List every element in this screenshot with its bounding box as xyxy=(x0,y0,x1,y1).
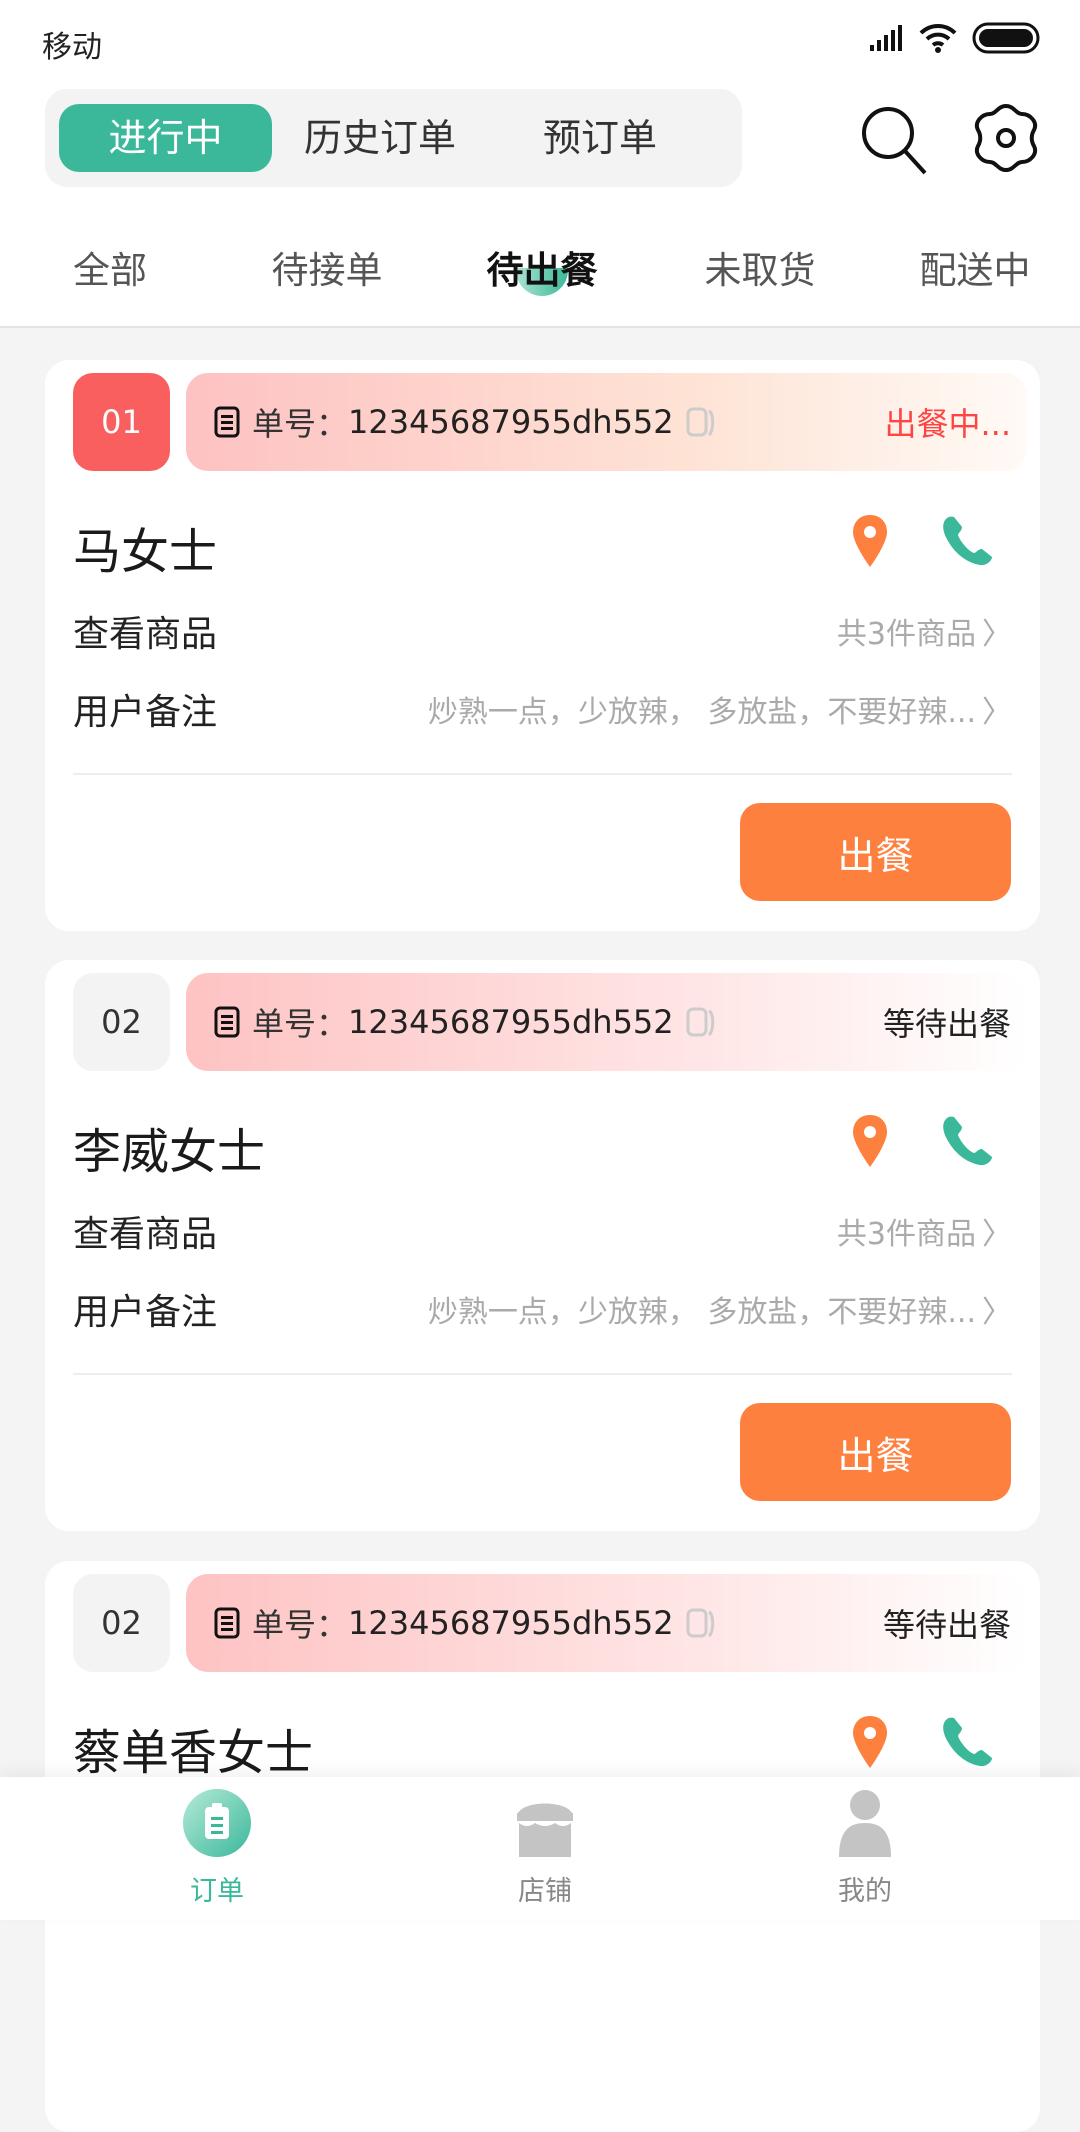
nav-shop[interactable]: 店铺 xyxy=(485,1787,605,1908)
view-goods-row[interactable]: 查看商品 共3件商品〉 xyxy=(73,1206,1012,1256)
view-goods-label: 查看商品 xyxy=(73,1214,218,1255)
copy-icon[interactable] xyxy=(684,1005,718,1039)
order-card: 02 单号： 12345687955dh552 等待出餐 李威女士 查看商品 共… xyxy=(45,960,1040,1531)
shop-icon xyxy=(517,1803,573,1857)
order-index-badge: 02 xyxy=(73,1574,170,1672)
tab-all[interactable]: 全部 xyxy=(73,240,147,294)
wifi-icon xyxy=(919,23,957,53)
nav-mine[interactable]: 我的 xyxy=(805,1787,925,1908)
order-number-bar: 单号： 12345687955dh552 出餐中... xyxy=(186,373,1027,471)
signal-icon xyxy=(870,25,902,51)
order-number: 12345687955dh552 xyxy=(348,1604,674,1642)
phone-icon[interactable] xyxy=(940,515,996,567)
chevron-right-icon: 〉 xyxy=(982,1295,1012,1330)
user-note-label: 用户备注 xyxy=(73,692,218,733)
header: 移动 进行中 历史订单 预订单 全部 待接单 待出餐 未取货 配送中 xyxy=(0,0,1080,328)
nav-orders[interactable]: 订单 xyxy=(157,1787,277,1908)
order-number-bar: 单号： 12345687955dh552 等待出餐 xyxy=(186,1574,1027,1672)
divider xyxy=(73,773,1012,775)
view-goods-label: 查看商品 xyxy=(73,614,218,655)
segment-reservations[interactable]: 预订单 xyxy=(500,104,700,172)
system-icons xyxy=(868,22,1040,54)
user-note-value: 炒熟一点，少放辣， 多放盐，不要好辣... xyxy=(427,695,976,730)
battery-icon xyxy=(972,22,1040,54)
order-index-badge: 02 xyxy=(73,973,170,1071)
settings-icon[interactable] xyxy=(968,100,1044,176)
order-number-label: 单号： xyxy=(252,405,349,443)
view-goods-row[interactable]: 查看商品 共3件商品〉 xyxy=(73,606,1012,656)
copy-icon[interactable] xyxy=(684,1606,718,1640)
nav-orders-label: 订单 xyxy=(190,1876,244,1907)
user-note-row[interactable]: 用户备注 炒熟一点，少放辣， 多放盐，不要好辣... 〉 xyxy=(73,1284,1012,1334)
document-icon xyxy=(214,1607,240,1639)
chevron-right-icon: 〉 xyxy=(982,617,1012,652)
order-status: 出餐中... xyxy=(884,405,1011,443)
location-icon[interactable] xyxy=(850,1714,890,1770)
chevron-right-icon: 〉 xyxy=(982,1217,1012,1252)
user-icon xyxy=(839,1790,891,1857)
order-number: 12345687955dh552 xyxy=(348,403,674,441)
order-status: 等待出餐 xyxy=(882,1005,1011,1043)
nav-mine-label: 我的 xyxy=(838,1876,892,1907)
order-index-badge: 01 xyxy=(73,373,170,471)
order-card: 01 单号： 12345687955dh552 出餐中... 马女士 查看商品 … xyxy=(45,360,1040,931)
phone-icon[interactable] xyxy=(940,1716,996,1768)
goods-count: 共3件商品 xyxy=(836,617,976,652)
segment-history-orders[interactable]: 历史订单 xyxy=(280,104,480,172)
document-icon xyxy=(214,1006,240,1038)
customer-name: 蔡单香女士 xyxy=(73,1725,314,1781)
tab-not-picked[interactable]: 未取货 xyxy=(705,240,816,294)
nav-shop-label: 店铺 xyxy=(518,1876,572,1907)
tab-pending-accept[interactable]: 待接单 xyxy=(272,240,383,294)
goods-count: 共3件商品 xyxy=(836,1217,976,1252)
phone-icon[interactable] xyxy=(940,1115,996,1167)
tab-delivering[interactable]: 配送中 xyxy=(920,240,1031,294)
serve-meal-button[interactable]: 出餐 xyxy=(740,1403,1011,1501)
user-note-row[interactable]: 用户备注 炒熟一点，少放辣， 多放盐，不要好辣... 〉 xyxy=(73,684,1012,734)
search-icon[interactable] xyxy=(855,100,931,176)
tab-pending-meal[interactable]: 待出餐 xyxy=(487,240,598,294)
document-icon xyxy=(214,406,240,438)
location-icon[interactable] xyxy=(850,513,890,569)
divider xyxy=(73,1373,1012,1375)
carrier-name: 移动 xyxy=(42,30,102,65)
customer-name: 李威女士 xyxy=(73,1124,266,1180)
serve-meal-button[interactable]: 出餐 xyxy=(740,803,1011,901)
order-status: 等待出餐 xyxy=(882,1606,1011,1644)
location-icon[interactable] xyxy=(850,1113,890,1169)
segment-in-progress[interactable]: 进行中 xyxy=(59,104,272,172)
order-number-label: 单号： xyxy=(252,1005,349,1043)
clipboard-icon xyxy=(183,1789,251,1857)
chevron-right-icon: 〉 xyxy=(982,695,1012,730)
bottom-nav: 订单 店铺 我的 xyxy=(0,1777,1080,1920)
order-number-bar: 单号： 12345687955dh552 等待出餐 xyxy=(186,973,1027,1071)
user-note-label: 用户备注 xyxy=(73,1292,218,1333)
order-number-label: 单号： xyxy=(252,1606,349,1644)
copy-icon[interactable] xyxy=(684,405,718,439)
user-note-value: 炒熟一点，少放辣， 多放盐，不要好辣... xyxy=(427,1295,976,1330)
order-number: 12345687955dh552 xyxy=(348,1003,674,1041)
order-type-segment: 进行中 历史订单 预订单 xyxy=(45,89,742,187)
customer-name: 马女士 xyxy=(73,524,218,580)
